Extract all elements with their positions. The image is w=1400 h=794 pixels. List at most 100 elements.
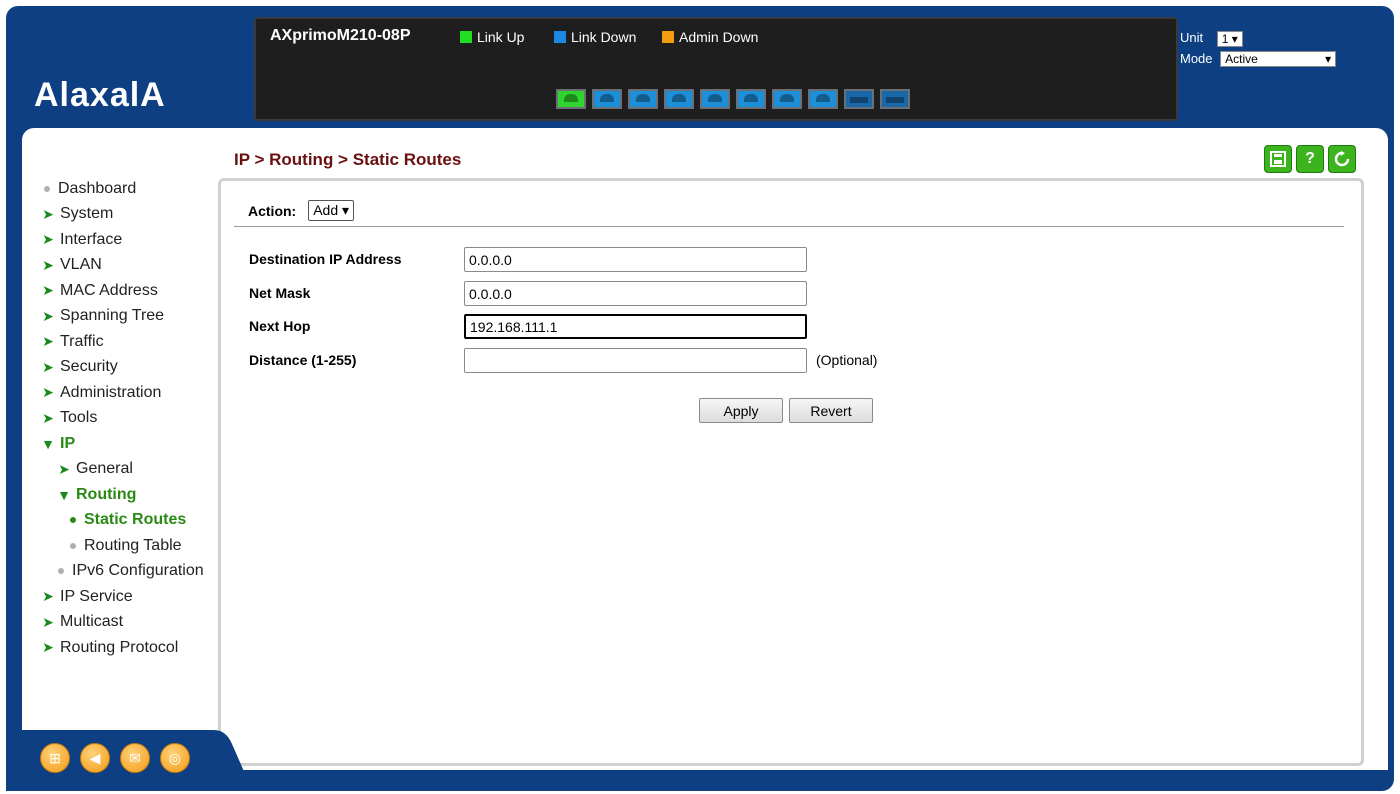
sidebar-item-label: Tools bbox=[60, 409, 98, 427]
unit-label: Unit bbox=[1180, 30, 1204, 45]
save-icon[interactable] bbox=[1264, 145, 1292, 173]
sidebar-item-static-routes[interactable]: Static Routes bbox=[40, 508, 220, 534]
arrow-right-icon: ➤ bbox=[42, 307, 54, 324]
action-value: Add bbox=[313, 202, 339, 218]
legend-link-down: Link Down bbox=[554, 29, 636, 45]
page-title: IP > Routing > Static Routes bbox=[234, 150, 462, 169]
sidebar: Dashboard ➤ System ➤ Interface ➤ VLAN ➤ MAC … bbox=[40, 176, 220, 661]
arrow-right-icon: ➤ bbox=[42, 384, 54, 401]
sidebar-item-security[interactable]: ➤ Security bbox=[40, 355, 220, 381]
bullet-icon bbox=[70, 542, 76, 549]
sidebar-item-interface[interactable]: ➤ Interface bbox=[40, 227, 220, 253]
sidebar-item-label: Interface bbox=[60, 230, 123, 248]
chevron-down-icon: ▼ bbox=[57, 486, 71, 503]
sidebar-item-ipv6-configuration[interactable]: IPv6 Configuration bbox=[40, 559, 220, 585]
bullet-icon bbox=[58, 568, 64, 575]
sidebar-item-mac-address[interactable]: ➤ MAC Address bbox=[40, 278, 220, 304]
unit-value: 1 bbox=[1221, 31, 1229, 46]
arrow-right-icon: ➤ bbox=[42, 333, 54, 350]
port-8[interactable] bbox=[808, 89, 838, 109]
sidebar-item-label: VLAN bbox=[60, 256, 102, 274]
sidebar-item-label: IP bbox=[60, 434, 76, 452]
sidebar-item-tools[interactable]: ➤ Tools bbox=[40, 406, 220, 432]
arrow-right-icon: ➤ bbox=[42, 282, 54, 299]
apply-button[interactable]: Apply bbox=[699, 398, 783, 423]
next-hop-input[interactable] bbox=[464, 314, 807, 339]
port-1[interactable] bbox=[556, 89, 586, 109]
sidebar-item-label: Spanning Tree bbox=[60, 307, 165, 325]
mail-icon[interactable]: ✉ bbox=[120, 743, 150, 773]
destination-ip-input[interactable] bbox=[464, 247, 807, 272]
sidebar-item-system[interactable]: ➤ System bbox=[40, 202, 220, 228]
sidebar-item-multicast[interactable]: ➤ Multicast bbox=[40, 610, 220, 636]
port-4[interactable] bbox=[664, 89, 694, 109]
toolbar: ? bbox=[1264, 145, 1356, 173]
net-mask-input[interactable] bbox=[464, 281, 807, 306]
sidebar-item-routing-table[interactable]: Routing Table bbox=[40, 533, 220, 559]
arrow-right-icon: ➤ bbox=[42, 639, 54, 656]
revert-button[interactable]: Revert bbox=[789, 398, 873, 423]
sidebar-item-ip-service[interactable]: ➤ IP Service bbox=[40, 584, 220, 610]
globe-icon[interactable]: ◎ bbox=[160, 743, 190, 773]
sidebar-item-label: Dashboard bbox=[58, 179, 137, 197]
sidebar-item-label: Routing bbox=[76, 485, 137, 503]
destination-ip-label: Destination IP Address bbox=[249, 251, 402, 267]
legend-label: Admin Down bbox=[679, 29, 759, 45]
optional-note: (Optional) bbox=[816, 352, 878, 368]
port-5[interactable] bbox=[700, 89, 730, 109]
chevron-down-icon: ▼ bbox=[41, 435, 55, 452]
port-7[interactable] bbox=[772, 89, 802, 109]
arrow-right-icon: ➤ bbox=[42, 409, 54, 426]
bullet-icon bbox=[70, 517, 76, 524]
sidebar-item-label: MAC Address bbox=[60, 281, 158, 299]
sidebar-item-traffic[interactable]: ➤ Traffic bbox=[40, 329, 220, 355]
divider bbox=[234, 226, 1344, 227]
action-label: Action: bbox=[248, 202, 297, 219]
sidebar-item-label: IPv6 Configuration bbox=[72, 562, 204, 580]
arrow-right-icon: ➤ bbox=[42, 613, 54, 630]
sidebar-item-label: Administration bbox=[60, 383, 162, 401]
sidebar-item-label: Static Routes bbox=[84, 511, 187, 529]
port-2[interactable] bbox=[592, 89, 622, 109]
port-panel bbox=[556, 89, 910, 109]
back-icon[interactable]: ◀ bbox=[80, 743, 110, 773]
legend-label: Link Up bbox=[477, 29, 525, 45]
sidebar-item-dashboard[interactable]: Dashboard bbox=[40, 176, 220, 202]
distance-label: Distance (1-255) bbox=[249, 352, 357, 368]
sidebar-item-label: General bbox=[76, 460, 133, 478]
unit-select[interactable]: 1 ▾ bbox=[1216, 30, 1243, 47]
admin-down-swatch bbox=[662, 31, 674, 43]
legend-link-up: Link Up bbox=[460, 29, 524, 45]
port-3[interactable] bbox=[628, 89, 658, 109]
next-hop-label: Next Hop bbox=[249, 318, 311, 334]
sidebar-item-routing-protocol[interactable]: ➤ Routing Protocol bbox=[40, 635, 220, 661]
mode-select[interactable]: Active ▾ bbox=[1220, 51, 1337, 68]
refresh-icon[interactable] bbox=[1328, 145, 1356, 173]
arrow-right-icon: ➤ bbox=[42, 256, 54, 273]
sidebar-item-spanning-tree[interactable]: ➤ Spanning Tree bbox=[40, 304, 220, 330]
sidebar-item-routing[interactable]: ▼ Routing bbox=[40, 482, 220, 508]
port-10[interactable] bbox=[880, 89, 910, 109]
sidebar-item-general[interactable]: ➤ General bbox=[40, 457, 220, 483]
sidebar-item-label: Routing Table bbox=[84, 536, 182, 554]
port-9[interactable] bbox=[844, 89, 874, 109]
help-icon[interactable]: ? bbox=[1296, 145, 1324, 173]
action-select[interactable]: Add ▾ bbox=[308, 200, 355, 221]
port-6[interactable] bbox=[736, 89, 766, 109]
sidebar-item-label: IP Service bbox=[60, 587, 133, 605]
link-up-swatch bbox=[460, 31, 472, 43]
distance-input[interactable] bbox=[464, 348, 807, 373]
mode-label: Mode bbox=[1180, 50, 1213, 66]
sidebar-item-label: Multicast bbox=[60, 613, 124, 631]
sidebar-item-vlan[interactable]: ➤ VLAN bbox=[40, 253, 220, 279]
net-mask-label: Net Mask bbox=[249, 285, 311, 301]
sidebar-item-label: System bbox=[60, 205, 114, 223]
brand-logo: AlaxalA bbox=[34, 76, 166, 114]
arrow-right-icon: ➤ bbox=[42, 358, 54, 375]
device-panel: AXprimoM210-08P Link Up Link Down Admin … bbox=[254, 17, 1178, 121]
legend-admin-down: Admin Down bbox=[662, 29, 758, 45]
sidebar-item-administration[interactable]: ➤ Administration bbox=[40, 380, 220, 406]
arrow-right-icon: ➤ bbox=[42, 205, 54, 222]
sidebar-item-ip[interactable]: ▼ IP bbox=[40, 431, 220, 457]
sitemap-icon[interactable]: ⊞ bbox=[40, 743, 70, 773]
